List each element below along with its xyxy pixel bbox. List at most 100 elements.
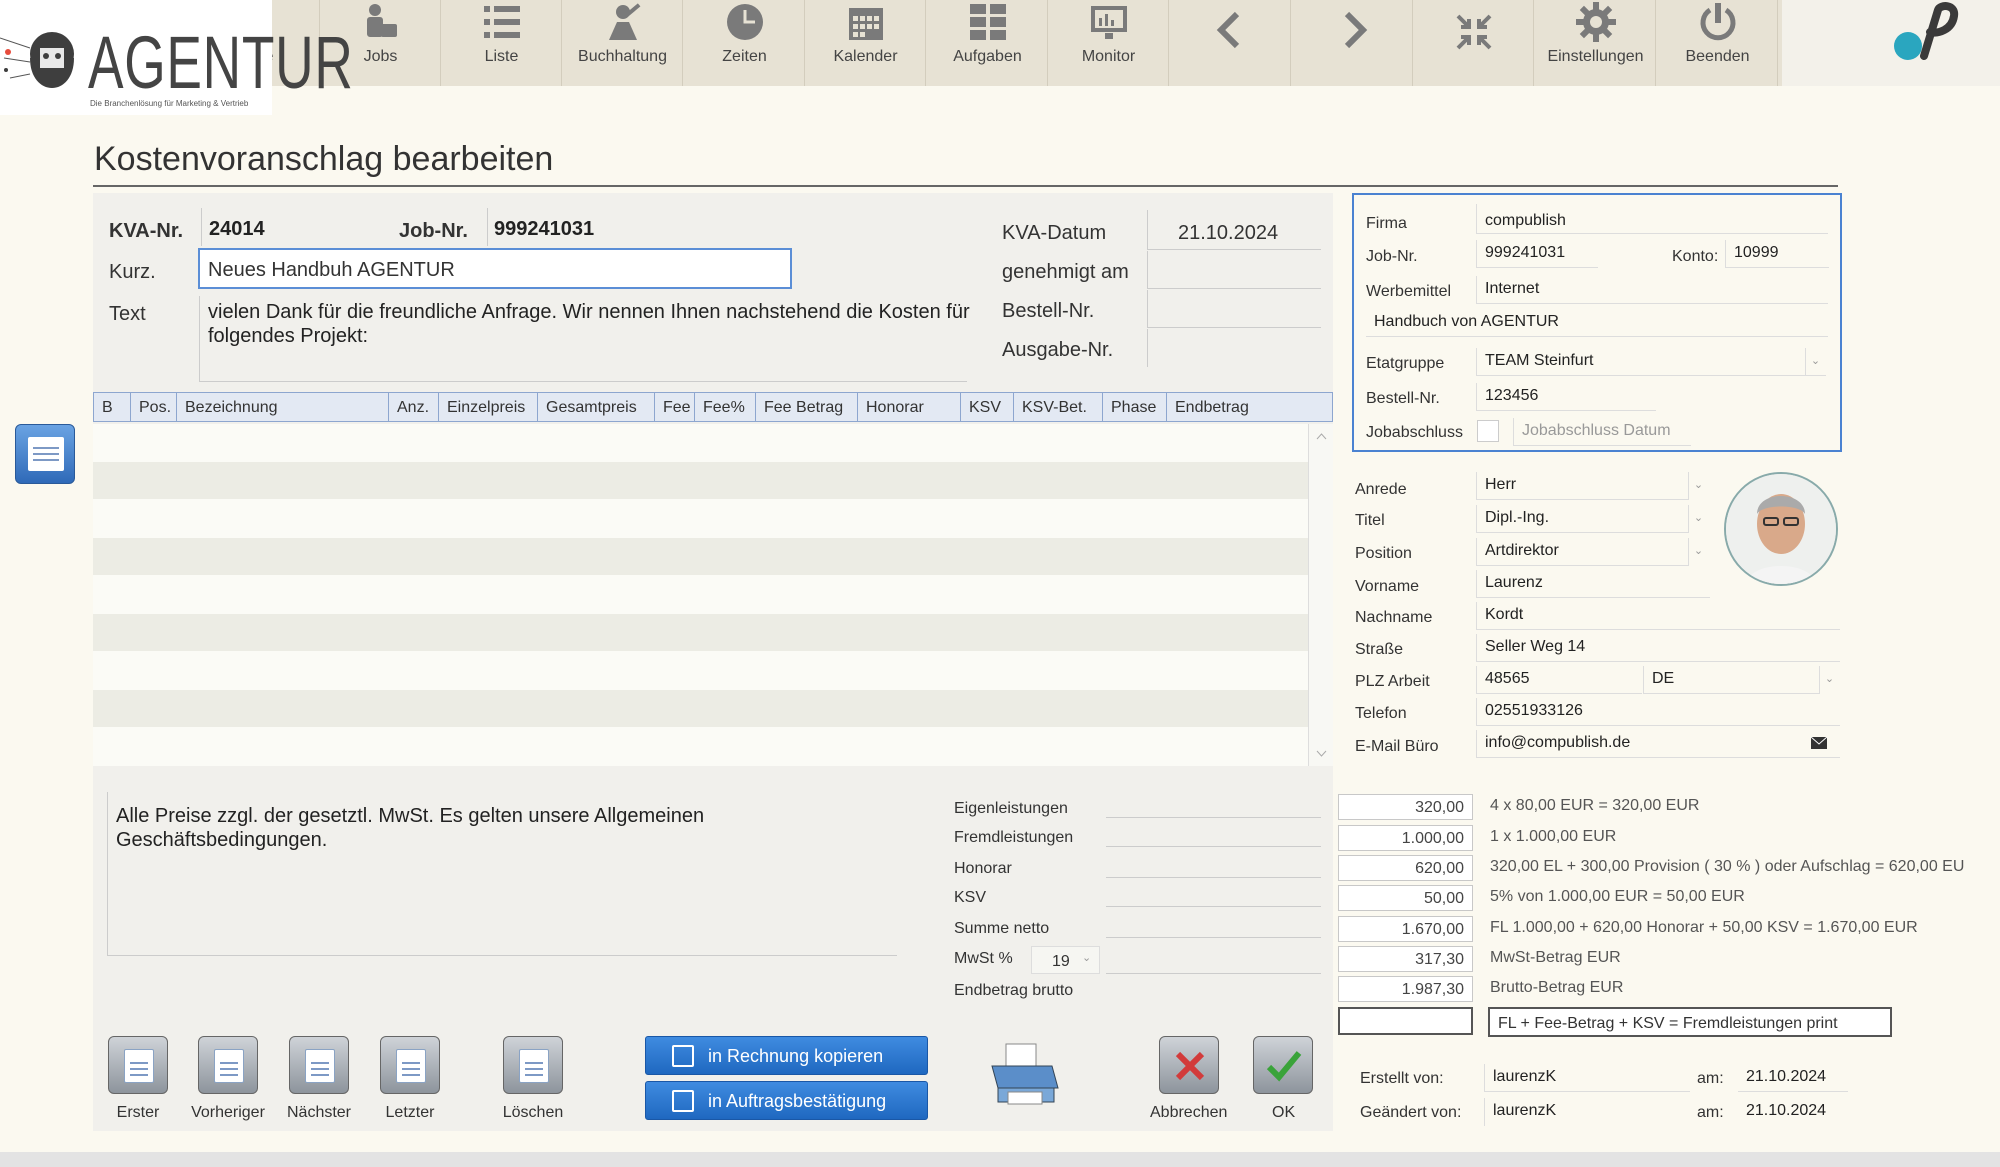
endbetrag-brutto-field[interactable]: [1106, 975, 1321, 1003]
etatgruppe-label: Etatgruppe: [1366, 355, 1445, 372]
plz-field[interactable]: 48565: [1476, 666, 1642, 694]
land-select[interactable]: DE: [1643, 666, 1819, 694]
toolbar-exit-button[interactable]: Beenden: [1658, 0, 1778, 86]
toolbar-accounting-button[interactable]: Buchhaltung: [563, 0, 683, 86]
toolbar-calendar-button[interactable]: Kalender: [806, 0, 926, 86]
col-honorar[interactable]: Honorar: [858, 393, 961, 421]
anrede-label: Anrede: [1355, 481, 1407, 498]
col-fee-betrag[interactable]: Fee Betrag: [756, 393, 858, 421]
col-einzelpreis[interactable]: Einzelpreis: [439, 393, 538, 421]
email-field[interactable]: info@compublish.de: [1476, 730, 1840, 758]
titel-chevron-icon[interactable]: ⌄: [1688, 505, 1708, 533]
col-fee[interactable]: Fee: [655, 393, 695, 421]
table-row[interactable]: [93, 614, 1308, 651]
table-row[interactable]: [93, 538, 1308, 575]
last-record-button[interactable]: [380, 1036, 440, 1094]
table-scrollbar[interactable]: [1308, 424, 1333, 766]
titel-select[interactable]: Dipl.-Ing.: [1476, 505, 1688, 533]
positions-table-body[interactable]: [93, 424, 1308, 766]
changed-at-field[interactable]: 21.10.2024: [1738, 1098, 1848, 1126]
werbemittel-field[interactable]: Internet: [1476, 276, 1828, 304]
genehmigt-field[interactable]: [1147, 251, 1321, 289]
next-doc-icon: [305, 1049, 335, 1083]
etatgruppe-select[interactable]: TEAM Steinfurt: [1476, 348, 1826, 376]
col-b[interactable]: B: [94, 393, 131, 421]
changed-by-field[interactable]: laurenzK: [1484, 1098, 1690, 1126]
ksv-field[interactable]: [1106, 879, 1321, 907]
col-anz[interactable]: Anz.: [389, 393, 439, 421]
copy-to-invoice-label: in Rechnung kopieren: [708, 1046, 884, 1066]
mwst-select[interactable]: 19 ⌄: [1031, 946, 1100, 974]
col-ksv[interactable]: KSV: [961, 393, 1014, 421]
scroll-down-icon[interactable]: [1316, 750, 1327, 758]
toolbar-settings-button[interactable]: Einstellungen: [1536, 0, 1656, 86]
notes-side-button[interactable]: [15, 424, 75, 484]
first-record-button[interactable]: [108, 1036, 168, 1094]
calc-formula-field[interactable]: FL + Fee-Betrag + KSV = Fremdleistungen …: [1488, 1007, 1892, 1037]
copy-to-invoice-button[interactable]: in Rechnung kopieren: [645, 1036, 928, 1075]
land-chevron-icon[interactable]: ⌄: [1819, 666, 1839, 694]
col-bezeichnung[interactable]: Bezeichnung: [177, 393, 389, 421]
table-row[interactable]: [93, 690, 1308, 727]
kva-nr-value[interactable]: 24014: [209, 218, 265, 241]
konto-field[interactable]: 10999: [1725, 240, 1829, 268]
email-label: E-Mail Büro: [1355, 738, 1439, 755]
cancel-button[interactable]: [1159, 1036, 1219, 1094]
previous-label: Vorheriger: [191, 1104, 265, 1121]
toolbar-back-button[interactable]: [1171, 0, 1291, 86]
col-endbetrag[interactable]: Endbetrag: [1167, 393, 1333, 421]
position-select[interactable]: Artdirektor: [1476, 538, 1688, 566]
fremdleistungen-field[interactable]: [1106, 819, 1321, 847]
bestell-field[interactable]: [1147, 290, 1321, 328]
mwst-amount-field[interactable]: [1106, 946, 1321, 974]
toolbar-collapse-button[interactable]: [1414, 0, 1534, 86]
calc-formula-value-field[interactable]: [1338, 1007, 1473, 1035]
table-row[interactable]: [93, 462, 1308, 499]
created-at-field[interactable]: 21.10.2024: [1738, 1064, 1848, 1092]
created-by-field[interactable]: laurenzK: [1484, 1064, 1690, 1092]
honorar-field[interactable]: [1106, 850, 1321, 878]
toolbar-tasks-button[interactable]: Aufgaben: [928, 0, 1048, 86]
col-ksv-bet[interactable]: KSV-Bet.: [1014, 393, 1103, 421]
vorname-field[interactable]: Laurenz: [1476, 570, 1710, 598]
col-pos[interactable]: Pos.: [131, 393, 177, 421]
col-gesamtpreis[interactable]: Gesamtpreis: [538, 393, 655, 421]
footer-text-field[interactable]: Alle Preise zzgl. der gesetztl. MwSt. Es…: [107, 792, 897, 956]
telefon-field[interactable]: 02551933126: [1476, 698, 1840, 726]
kva-datum-field[interactable]: 21.10.2024: [1147, 210, 1321, 250]
col-phase[interactable]: Phase: [1103, 393, 1167, 421]
job-nr-value[interactable]: 999241031: [494, 218, 594, 241]
ausgabe-field[interactable]: [1147, 329, 1321, 367]
toolbar-monitor-button[interactable]: Monitor: [1049, 0, 1169, 86]
strasse-field[interactable]: Seller Weg 14: [1476, 634, 1840, 662]
envelope-icon[interactable]: [1811, 737, 1827, 749]
summe-netto-field[interactable]: [1106, 910, 1321, 938]
anrede-select[interactable]: Herr: [1476, 472, 1688, 500]
eigenleistungen-field[interactable]: [1106, 790, 1321, 818]
nachname-field[interactable]: Kordt: [1476, 602, 1840, 630]
jobabschluss-date-field[interactable]: Jobabschluss Datum: [1513, 418, 1691, 446]
firma-field[interactable]: compublish: [1476, 204, 1828, 234]
kurz-input[interactable]: Neues Handbuh AGENTUR: [198, 248, 792, 289]
previous-record-button[interactable]: [198, 1036, 258, 1094]
next-record-button[interactable]: [289, 1036, 349, 1094]
printer-icon[interactable]: [988, 1042, 1060, 1108]
scroll-up-icon[interactable]: [1316, 432, 1327, 440]
toolbar-times-button[interactable]: Zeiten: [685, 0, 805, 86]
checkmark-icon: [1266, 1051, 1302, 1082]
col-fee-percent[interactable]: Fee%: [695, 393, 756, 421]
delete-record-button[interactable]: [503, 1036, 563, 1094]
position-chevron-icon[interactable]: ⌄: [1688, 538, 1708, 566]
handbuch-field[interactable]: Handbuch von AGENTUR: [1366, 309, 1828, 337]
anrede-chevron-icon[interactable]: ⌄: [1688, 472, 1708, 500]
company-job-field[interactable]: 999241031: [1476, 240, 1598, 268]
order-confirmation-button[interactable]: in Auftragsbestätigung: [645, 1081, 928, 1120]
tasks-icon: [970, 4, 1006, 40]
toolbar-forward-button[interactable]: [1293, 0, 1413, 86]
ok-button[interactable]: [1253, 1036, 1313, 1094]
toolbar-list-button[interactable]: Liste: [442, 0, 562, 86]
etatgruppe-chevron-icon[interactable]: ⌄: [1805, 348, 1825, 376]
company-bestell-field[interactable]: 123456: [1476, 383, 1656, 411]
jobabschluss-checkbox[interactable]: [1477, 420, 1499, 442]
text-input[interactable]: vielen Dank für die freundliche Anfrage.…: [208, 300, 988, 348]
